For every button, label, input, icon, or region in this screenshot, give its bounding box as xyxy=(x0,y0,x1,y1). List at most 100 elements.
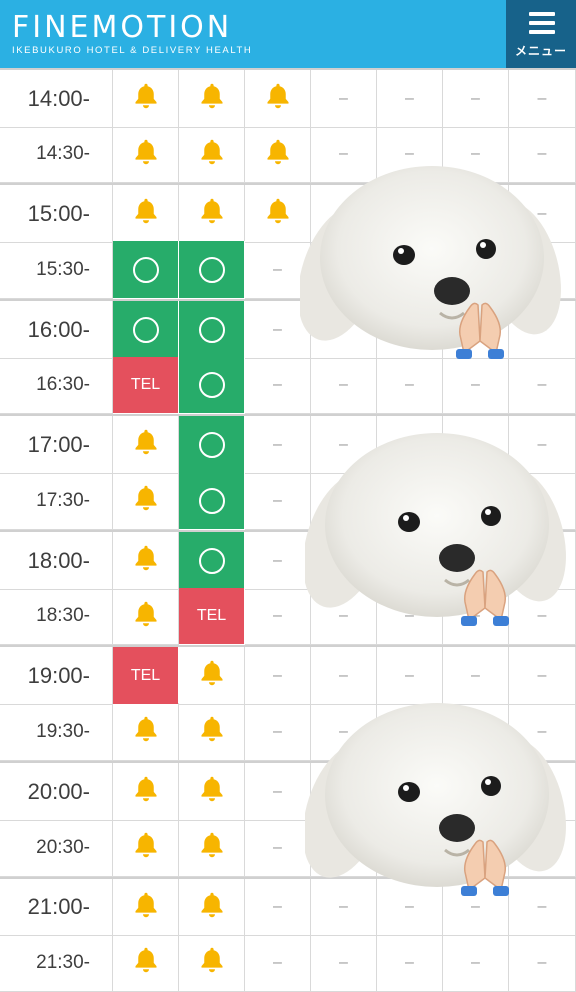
dash-label: – xyxy=(273,782,282,800)
slot-available[interactable] xyxy=(113,301,179,359)
dash-label: – xyxy=(405,898,414,915)
bell-icon xyxy=(263,196,293,231)
dash-label: – xyxy=(339,666,348,684)
slot-bell[interactable] xyxy=(113,532,179,590)
slot-bell[interactable] xyxy=(113,588,179,645)
dash-label: – xyxy=(471,666,480,684)
slot-unavailable: – xyxy=(245,647,311,705)
bell-icon xyxy=(131,945,161,980)
slot-bell[interactable] xyxy=(179,703,245,761)
slot-available[interactable] xyxy=(179,472,245,530)
slot-bell[interactable] xyxy=(179,70,245,128)
slot-unavailable: – xyxy=(311,70,377,128)
slot-bell[interactable] xyxy=(113,703,179,761)
time-slot-label: 16:00- xyxy=(0,301,113,359)
slot-tel[interactable]: TEL xyxy=(113,647,179,705)
bell-icon xyxy=(131,196,161,231)
slot-bell[interactable] xyxy=(113,70,179,128)
dash-label: – xyxy=(537,666,547,684)
slot-bell[interactable] xyxy=(113,819,179,877)
slot-available[interactable] xyxy=(113,241,179,299)
slot-bell[interactable] xyxy=(179,647,245,705)
dash-label: – xyxy=(537,953,547,971)
slot-unavailable: – xyxy=(443,647,509,705)
dash-label: – xyxy=(273,260,282,278)
bell-icon xyxy=(131,890,161,925)
dash-label: – xyxy=(471,145,480,162)
dash-label: – xyxy=(471,898,480,915)
dog-sticker-3 xyxy=(302,700,569,900)
time-slot-label: 19:30- xyxy=(0,703,113,761)
bell-icon xyxy=(263,81,293,116)
slot-available[interactable] xyxy=(179,357,245,414)
slot-bell[interactable] xyxy=(113,185,179,243)
dash-label: – xyxy=(273,320,282,338)
slot-bell[interactable] xyxy=(113,763,179,821)
slot-unavailable: – xyxy=(377,647,443,705)
dash-label: – xyxy=(537,89,547,107)
slot-unavailable: – xyxy=(509,357,576,414)
slot-bell[interactable] xyxy=(179,819,245,877)
dash-label: – xyxy=(405,666,414,684)
slot-tel[interactable]: TEL xyxy=(179,588,245,645)
circle-icon xyxy=(198,431,225,458)
slot-bell[interactable] xyxy=(179,126,245,183)
bell-icon xyxy=(131,599,161,634)
time-slot-label: 16:30- xyxy=(0,357,113,414)
bell-icon xyxy=(131,483,161,518)
dash-label: – xyxy=(405,145,414,162)
slot-available[interactable] xyxy=(179,241,245,299)
slot-unavailable: – xyxy=(245,532,311,590)
circle-icon xyxy=(198,316,225,343)
slot-unavailable: – xyxy=(311,647,377,705)
slot-bell[interactable] xyxy=(179,185,245,243)
slot-unavailable: – xyxy=(245,703,311,761)
dash-label: – xyxy=(537,145,547,162)
dash-label: – xyxy=(273,838,282,856)
tel-label: TEL xyxy=(130,666,161,684)
slot-bell[interactable] xyxy=(113,416,179,474)
slot-bell[interactable] xyxy=(113,934,179,992)
tel-label: TEL xyxy=(130,376,161,393)
dash-label: – xyxy=(339,953,348,971)
slot-unavailable: – xyxy=(509,934,576,992)
table-row: 14:00- – – – – xyxy=(0,68,576,128)
slot-unavailable: – xyxy=(311,934,377,992)
dash-label: – xyxy=(471,953,480,971)
slot-bell[interactable] xyxy=(113,879,179,936)
bell-icon xyxy=(197,714,227,749)
slot-available[interactable] xyxy=(179,301,245,359)
dash-label: – xyxy=(273,551,282,569)
menu-button[interactable]: メニュー xyxy=(506,0,576,68)
slot-available[interactable] xyxy=(179,416,245,474)
slot-bell[interactable] xyxy=(245,70,311,128)
dash-label: – xyxy=(273,898,282,915)
time-slot-label: 14:00- xyxy=(0,70,113,128)
circle-icon xyxy=(198,256,225,283)
bell-icon xyxy=(131,774,161,809)
bell-icon xyxy=(197,945,227,980)
time-slot-label: 14:30- xyxy=(0,126,113,183)
slot-bell[interactable] xyxy=(179,934,245,992)
slot-unavailable: – xyxy=(377,70,443,128)
dash-label: – xyxy=(273,722,282,740)
slot-tel[interactable]: TEL xyxy=(113,357,179,414)
time-slot-label: 17:00- xyxy=(0,416,113,474)
circle-icon xyxy=(132,316,159,343)
time-slot-label: 20:30- xyxy=(0,819,113,877)
dog-sticker-2 xyxy=(302,430,569,630)
slot-unavailable: – xyxy=(443,357,509,414)
brand-logo[interactable]: FINEMOTION IKEBUKURO HOTEL & DELIVERY HE… xyxy=(12,12,252,57)
slot-unavailable: – xyxy=(509,647,576,705)
slot-bell[interactable] xyxy=(179,879,245,936)
slot-unavailable: – xyxy=(245,934,311,992)
slot-unavailable: – xyxy=(245,357,311,414)
circle-icon xyxy=(198,487,225,514)
slot-bell[interactable] xyxy=(179,763,245,821)
dash-label: – xyxy=(405,89,414,107)
slot-unavailable: – xyxy=(245,472,311,530)
slot-bell[interactable] xyxy=(113,126,179,183)
slot-available[interactable] xyxy=(179,532,245,590)
slot-bell[interactable] xyxy=(113,472,179,530)
bell-icon xyxy=(131,137,161,172)
